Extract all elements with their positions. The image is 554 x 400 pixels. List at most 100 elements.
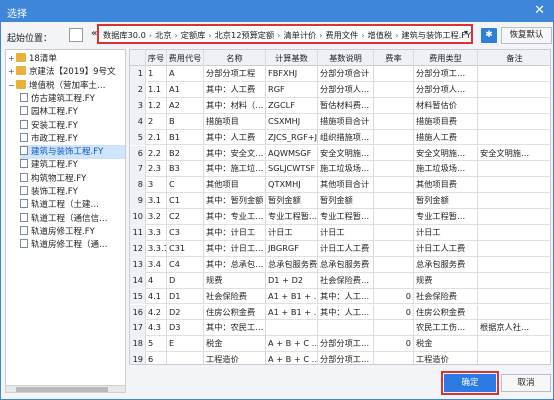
table-cell[interactable]: SGLJCWTSF: [266, 161, 318, 178]
table-cell[interactable]: 4.1: [146, 288, 167, 305]
tree-item[interactable]: 园林工程.FY: [20, 105, 125, 119]
table-cell[interactable]: 组织措施项…: [318, 129, 374, 146]
table-row[interactable]: 52.1B1其中：人工费ZJCS_RGF+J…组织措施项… 措施人工费: [130, 129, 550, 146]
table-cell[interactable]: D1 + D2: [266, 272, 318, 289]
table-cell[interactable]: CSXMHJ: [266, 113, 318, 130]
table-row[interactable]: 8 3 C 其他项目 QTXMHJ 其他项目合计 其他项目费: [130, 177, 550, 194]
table-cell[interactable]: [478, 177, 550, 193]
table-cell[interactable]: 社会保险费: [414, 288, 478, 305]
table-cell[interactable]: 专业工程暂…: [266, 209, 318, 225]
table-cell[interactable]: [374, 256, 414, 273]
table-cell[interactable]: [374, 97, 414, 114]
column-header[interactable]: 费用代号: [167, 50, 204, 66]
table-row[interactable]: 6 2.2 B2 其中：安全文… AQWMSGF 安全文明施… 安全文明施… 安全文明施…: [130, 145, 550, 162]
table-cell[interactable]: A1: [167, 81, 204, 98]
restore-default-button[interactable]: 恢复默认: [501, 27, 552, 44]
table-cell[interactable]: [478, 257, 550, 273]
table-cell[interactable]: 安全文明施…: [414, 145, 478, 162]
table-cell[interactable]: ZGCLF: [266, 97, 318, 114]
breadcrumb-separator[interactable]: ›: [395, 30, 398, 40]
table-cell[interactable]: 暂列金额: [414, 193, 478, 210]
table-row[interactable]: 3 1.2 A2 其中：材料（… ZGCLF 暂估材料费… 材料暂估价: [130, 97, 550, 114]
breadcrumb-item[interactable]: 定额库: [181, 30, 206, 40]
pin-icon[interactable]: ✱: [481, 28, 497, 43]
table-cell[interactable]: 计日工: [266, 225, 318, 241]
column-header[interactable]: 费用类型: [414, 50, 478, 66]
table-cell[interactable]: 分部分项工…: [414, 66, 478, 82]
table-cell[interactable]: C: [167, 177, 204, 194]
table-cell[interactable]: 住房公积金费: [204, 304, 266, 321]
table-cell[interactable]: [374, 177, 414, 194]
tree-item[interactable]: + 京建法【2019】9号文: [8, 65, 125, 79]
table-cell[interactable]: 措施项目合计: [318, 113, 374, 130]
table-cell[interactable]: 分部分项工程: [204, 66, 266, 82]
table-cell[interactable]: D3: [167, 320, 204, 337]
table-cell[interactable]: 措施项目: [204, 113, 266, 130]
table-cell[interactable]: 5: [146, 336, 167, 353]
tree-item[interactable]: − 增值税（营加率土…: [8, 79, 125, 93]
table-cell[interactable]: 其中：材料（…: [204, 97, 266, 114]
close-icon[interactable]: ✕: [534, 3, 545, 18]
table-cell[interactable]: 专业工程暂…: [318, 209, 374, 225]
table-cell[interactable]: 工程造价: [204, 352, 266, 364]
table-cell[interactable]: [266, 320, 318, 337]
table-cell[interactable]: B: [167, 113, 204, 130]
table-cell[interactable]: C31: [167, 240, 204, 257]
table-cell[interactable]: 分部分项合计: [318, 66, 374, 82]
tree-item[interactable]: 仿古建筑工程.FY: [20, 92, 125, 106]
table-cell[interactable]: 其他项目合计: [318, 177, 374, 194]
table-cell[interactable]: [478, 289, 550, 305]
table-cell[interactable]: 暂估材料费…: [318, 97, 374, 114]
table-cell[interactable]: [478, 98, 550, 114]
tree-item[interactable]: 轨道工程（通信信…: [20, 212, 125, 226]
row-number[interactable]: 1: [130, 66, 146, 82]
table-cell[interactable]: [478, 193, 550, 209]
table-cell[interactable]: 3.3: [146, 225, 167, 241]
expand-toggle-icon[interactable]: −: [8, 79, 16, 93]
table-cell[interactable]: 税金: [204, 336, 266, 353]
table-cell[interactable]: C4: [167, 256, 204, 273]
row-number[interactable]: 3: [130, 97, 146, 114]
table-cell[interactable]: A + B + C …: [266, 352, 318, 364]
table-cell[interactable]: [374, 66, 414, 82]
table-cell[interactable]: 1.1: [146, 81, 167, 98]
table-cell[interactable]: [478, 66, 550, 82]
column-header[interactable]: 序号: [146, 50, 167, 66]
table-row[interactable]: 7 2.3 B3 其中：施工垃… SGLJCWTSF 施工垃圾场… 施工垃圾场…: [130, 161, 550, 178]
row-number[interactable]: 6: [130, 145, 146, 162]
table-cell[interactable]: 其中：安全文…: [204, 145, 266, 162]
table-row[interactable]: 11 3.3 C3 其中：计日工 计日工 计日工 计日工: [130, 225, 550, 241]
table-cell[interactable]: [374, 81, 414, 98]
table-cell[interactable]: 3.3.1: [146, 240, 167, 257]
table-cell[interactable]: [374, 352, 414, 364]
table-cell[interactable]: 其他项目费: [414, 177, 478, 194]
table-cell[interactable]: 4.2: [146, 304, 167, 321]
table-cell[interactable]: [478, 209, 550, 225]
table-cell[interactable]: 其中：暂列金额: [204, 193, 266, 210]
table-cell[interactable]: 暂列金额: [266, 193, 318, 210]
table-cell[interactable]: 暂列金额: [318, 193, 374, 210]
table-cell[interactable]: 其中：计日工…: [204, 240, 266, 257]
table-row[interactable]: 18 5 E 税金 A + B + C … 分部分项工… 0 税金: [130, 336, 550, 353]
table-cell[interactable]: 施工垃圾场…: [318, 161, 374, 178]
table-cell[interactable]: 4: [146, 272, 167, 289]
table-cell[interactable]: C1: [167, 193, 204, 210]
table-cell[interactable]: 2: [146, 113, 167, 130]
row-number[interactable]: 10: [130, 209, 146, 225]
table-cell[interactable]: 规费: [414, 272, 478, 289]
column-header[interactable]: 费率: [374, 50, 414, 66]
table-row[interactable]: 16 4.2 D2 住房公积金费 A1 + B1 + … 其中：人工… 0 住房公积金费: [130, 304, 550, 321]
table-cell[interactable]: [374, 209, 414, 225]
table-cell[interactable]: [374, 225, 414, 241]
ok-button[interactable]: 确定: [441, 371, 499, 395]
table-cell[interactable]: JBGRGF: [266, 240, 318, 257]
row-number[interactable]: 17: [130, 320, 146, 337]
table-cell[interactable]: FBFXHJ: [266, 66, 318, 82]
table-cell[interactable]: [478, 305, 550, 321]
table-row[interactable]: 17 4.3 D3 其中：农民工… 农民工工伤… 根据京人社…: [130, 320, 550, 337]
table-cell[interactable]: D1: [167, 288, 204, 305]
table-cell[interactable]: 分部分项工…: [318, 352, 374, 364]
table-cell[interactable]: 总承包服务费: [318, 256, 374, 273]
table-row[interactable]: 1 1 A 分部分项工程 FBFXHJ 分部分项合计 分部分项工…: [130, 66, 550, 82]
table-cell[interactable]: 其中：总承包…: [204, 256, 266, 273]
